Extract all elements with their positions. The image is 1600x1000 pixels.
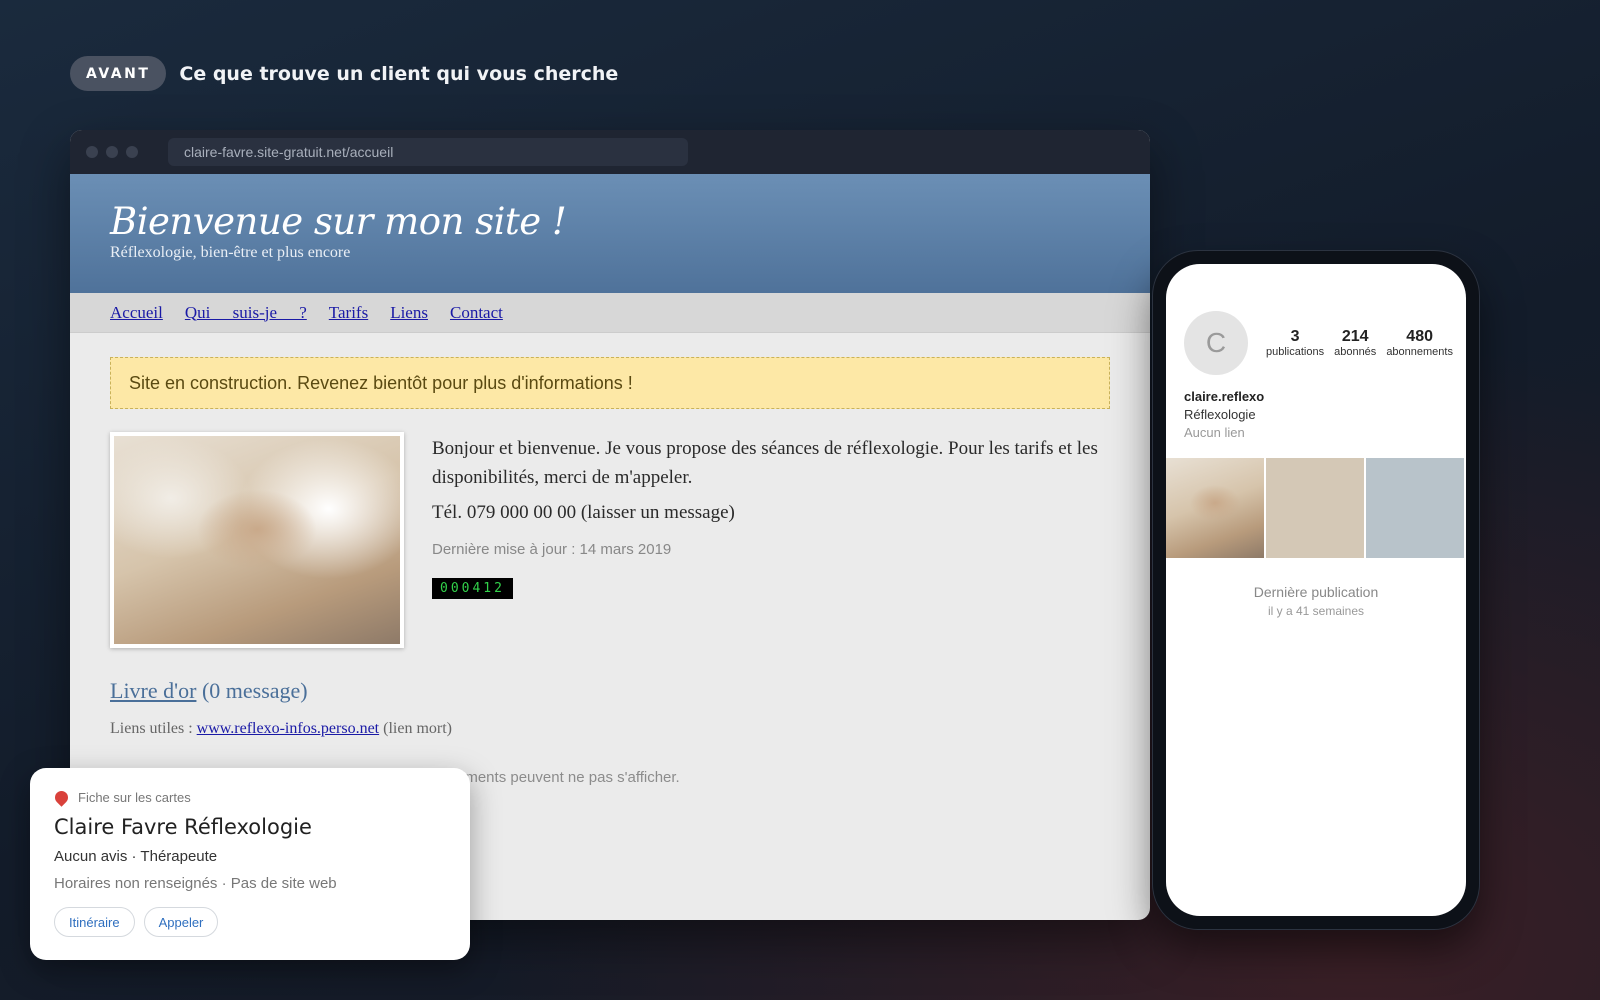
map-listing-card: Fiche sur les cartes Claire Favre Réflex…	[30, 768, 470, 960]
nav-contact[interactable]: Contact	[450, 303, 503, 323]
business-name: Claire Favre Réflexologie	[54, 815, 312, 839]
directions-button[interactable]: Itinéraire	[54, 907, 135, 937]
site-subtitle: Réflexologie, bien-être et plus encore	[110, 244, 351, 261]
useful-links-label: Liens utiles :	[110, 720, 193, 737]
profile-header: C 3 publications 214 abonnés 480 abonnem…	[1166, 264, 1466, 375]
phone-screen: C 3 publications 214 abonnés 480 abonnem…	[1166, 264, 1466, 916]
construction-notice: Site en construction. Revenez bientôt po…	[110, 357, 1110, 409]
guestbook: Livre d'or (0 message)	[110, 678, 1110, 704]
site-header: Bienvenue sur mon site ! Réflexologie, b…	[70, 174, 1150, 293]
stat-publications-count: 3	[1290, 328, 1300, 345]
intro-text: Bonjour et bienvenue. Je vous propose de…	[432, 438, 1098, 488]
post-thumbnail[interactable]	[1166, 458, 1264, 558]
post-grid	[1166, 458, 1466, 558]
stat-publications[interactable]: 3 publications	[1266, 328, 1324, 358]
window-maximize-dot[interactable]	[126, 146, 138, 158]
call-button[interactable]: Appeler	[143, 907, 219, 937]
address-bar[interactable]: claire-favre.site-gratuit.net/accueil	[168, 138, 688, 166]
profile-category: Réflexologie	[1184, 407, 1256, 422]
window-minimize-dot[interactable]	[106, 146, 118, 158]
last-post-info: Dernière publication il y a 41 semaines	[1166, 584, 1466, 618]
nav-liens[interactable]: Liens	[390, 303, 428, 323]
before-badge: AVANT	[70, 56, 167, 91]
site-title: Bienvenue sur mon site !	[110, 200, 567, 243]
stat-followers-count: 214	[1341, 328, 1369, 345]
reflexology-photo	[110, 432, 404, 648]
useful-link-status: (lien mort)	[383, 720, 452, 737]
main-content: Bonjour et bienvenue. Je vous propose de…	[110, 432, 1110, 648]
stat-followers-label: abonnés	[1334, 346, 1377, 358]
display-warning-text: éments peuvent ne pas s'afficher.	[457, 769, 680, 786]
browser-toolbar: claire-favre.site-gratuit.net/accueil	[70, 130, 1150, 174]
stat-publications-label: publications	[1266, 346, 1325, 358]
map-pin-icon	[52, 788, 71, 807]
phone-number: Tél. 079 000 00 00 (laisser un message)	[432, 502, 735, 523]
business-info: Horaires non renseignés · Pas de site we…	[54, 875, 337, 892]
window-close-dot[interactable]	[86, 146, 98, 158]
profile-link: Aucun lien	[1184, 425, 1245, 440]
post-thumbnail[interactable]	[1366, 458, 1464, 558]
stat-following-count: 480	[1406, 328, 1433, 345]
stat-following-label: abonnements	[1386, 346, 1453, 358]
last-updated: Dernière mise à jour : 14 mars 2019	[432, 541, 672, 558]
profile-username: claire.reflexo	[1184, 389, 1265, 404]
stat-following[interactable]: 480 abonnements	[1386, 328, 1453, 358]
map-card-actions: Itinéraire Appeler	[54, 907, 446, 937]
intro-column: Bonjour et bienvenue. Je vous propose de…	[432, 432, 1110, 648]
business-meta: Aucun avis · Thérapeute	[54, 848, 218, 865]
useful-link-url[interactable]: www.reflexo-infos.perso.net	[197, 720, 379, 737]
reflexology-photo-image	[114, 436, 400, 644]
visit-counter: 000412	[432, 578, 513, 599]
site-nav: Accueil Qui suis-je ? Tarifs Liens Conta…	[70, 293, 1150, 333]
phone-mockup: C 3 publications 214 abonnés 480 abonnem…	[1152, 250, 1480, 930]
useful-links: Liens utiles : www.reflexo-infos.perso.n…	[110, 720, 1110, 738]
guestbook-link[interactable]: Livre d'or	[110, 678, 196, 703]
map-card-label: Fiche sur les cartes	[78, 790, 191, 805]
before-title: Ce que trouve un client qui vous cherche	[179, 62, 619, 85]
before-label: AVANT Ce que trouve un client qui vous c…	[70, 56, 618, 91]
nav-tarifs[interactable]: Tarifs	[329, 303, 368, 323]
nav-accueil[interactable]: Accueil	[110, 303, 163, 323]
post-thumbnail[interactable]	[1266, 458, 1364, 558]
profile-bio: claire.reflexo Réflexologie Aucun lien	[1166, 375, 1466, 440]
nav-qui-suis-je[interactable]: Qui suis-je ?	[185, 303, 307, 323]
guestbook-count: (0 message)	[201, 678, 308, 703]
last-post-title: Dernière publication	[1253, 584, 1379, 600]
stat-followers[interactable]: 214 abonnés	[1334, 328, 1376, 358]
map-card-header: Fiche sur les cartes	[52, 788, 446, 807]
profile-stats: 3 publications 214 abonnés 480 abonnemen…	[1266, 328, 1463, 358]
avatar-placeholder[interactable]: C	[1184, 311, 1248, 375]
last-post-when: il y a 41 semaines	[1267, 604, 1365, 618]
